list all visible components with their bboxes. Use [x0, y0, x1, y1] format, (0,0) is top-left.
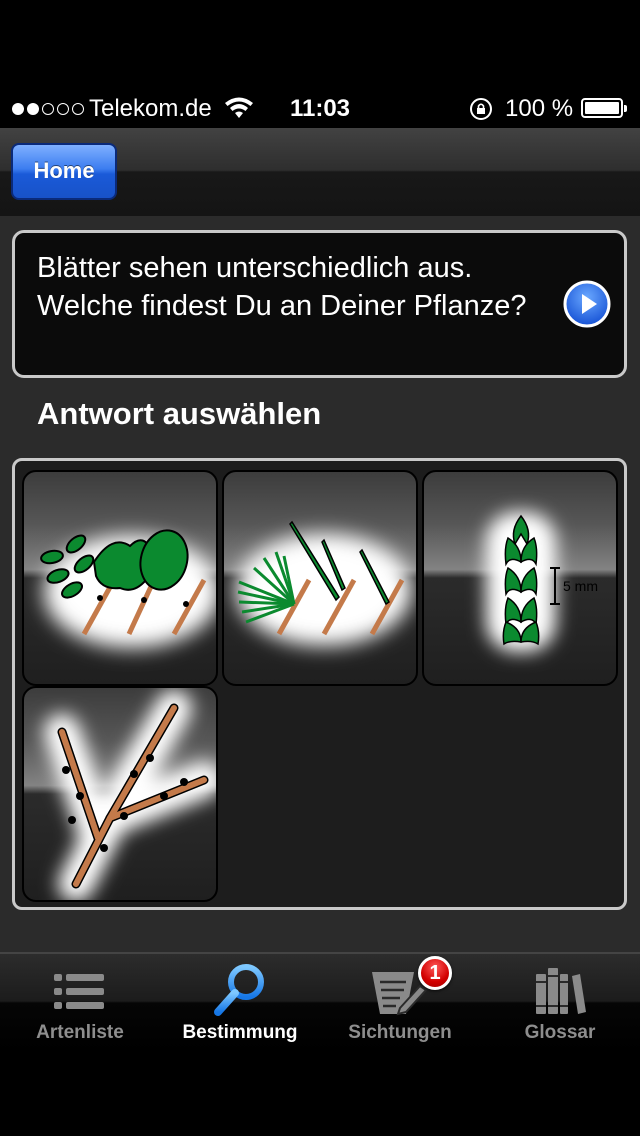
tab-label: Sichtungen [348, 1022, 452, 1043]
scale-leaves-icon: 5 mm [486, 512, 598, 652]
status-bar: Telekom.de 11:03 100 % [0, 0, 640, 128]
home-button[interactable]: Home [11, 143, 117, 200]
tab-label: Artenliste [36, 1022, 124, 1043]
answer-grid: 5 mm [12, 458, 627, 910]
tab-label: Bestimmung [182, 1022, 298, 1043]
bare-twig-icon [44, 690, 216, 900]
question-text: Blätter sehen unterschiedlich aus. Welch… [37, 252, 527, 322]
play-icon[interactable] [563, 280, 611, 328]
tab-sichtungen[interactable]: 1 Sichtungen [320, 954, 480, 1052]
scale-label: 5 mm [563, 578, 598, 594]
tab-bar: Artenliste Bestimmung 1 Sichtungen Gloss… [0, 952, 640, 1052]
tab-artenliste[interactable]: Artenliste [0, 954, 160, 1052]
answers-title: Antwort auswählen [37, 396, 322, 431]
answer-option-scale-leaves[interactable]: 5 mm [422, 470, 618, 686]
battery-icon [581, 98, 627, 118]
notification-badge: 1 [418, 956, 452, 990]
needle-leaves-icon [236, 520, 412, 646]
answer-option-broad-leaves[interactable] [22, 470, 218, 686]
magnifier-icon [214, 964, 264, 1016]
navigation-bar: Home [0, 128, 640, 218]
answer-option-bare-twig[interactable] [22, 686, 218, 902]
books-icon [536, 968, 586, 1014]
tab-bestimmung[interactable]: Bestimmung [160, 954, 320, 1052]
tab-glossar[interactable]: Glossar [480, 954, 640, 1052]
main-content: Blätter sehen unterschiedlich aus. Welch… [0, 216, 640, 952]
tab-label: Glossar [524, 1022, 596, 1043]
rotation-lock-icon [470, 98, 492, 120]
broad-leaves-icon [40, 529, 216, 648]
battery-percent: 100 % [505, 95, 574, 122]
list-icon [54, 974, 104, 1009]
answer-option-needle-leaves[interactable] [222, 470, 418, 686]
question-box[interactable]: Blätter sehen unterschiedlich aus. Welch… [12, 230, 627, 378]
